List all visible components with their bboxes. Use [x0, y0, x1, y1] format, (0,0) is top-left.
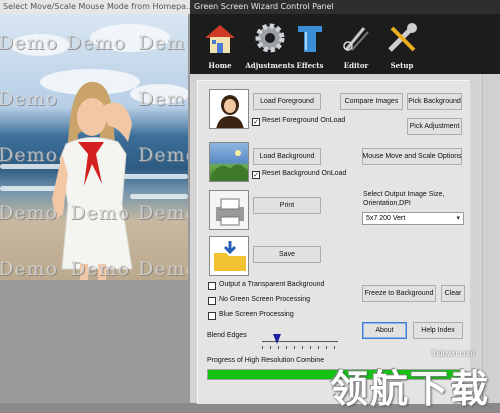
transparent-background-label: Output a Transparent Background: [219, 281, 325, 288]
mouse-move-scale-button[interactable]: Mouse Move and Scale Options: [362, 148, 462, 165]
pen-tools-icon: [343, 27, 369, 51]
demo-watermark: Demo: [138, 202, 188, 224]
tool-home-label: Home: [208, 61, 232, 70]
demo-watermark: Demo: [0, 258, 58, 280]
house-icon: [205, 25, 235, 53]
blend-edges-label: Blend Edges: [207, 332, 247, 339]
about-button[interactable]: About: [362, 322, 407, 339]
output-size-label-2: Orientation,DPI: [363, 200, 411, 207]
chevron-down-icon: ▾: [456, 215, 460, 222]
help-index-button[interactable]: Help Index: [413, 322, 463, 339]
tool-effects[interactable]: Effects: [284, 14, 336, 74]
freeze-to-background-button[interactable]: Freeze to Background: [362, 285, 436, 302]
tool-effects-label: Effects: [296, 61, 324, 70]
toolbar: Home Adjustments Effects Editor Setup: [190, 14, 500, 74]
site-watermark: lhdown.com: [432, 349, 475, 358]
preview-photo[interactable]: Demo Demo Demo Demo Demo Demo Demo Demo …: [0, 14, 188, 280]
print-button[interactable]: Print: [253, 197, 321, 214]
demo-watermark: Demo: [66, 32, 126, 54]
wrench-screwdriver-icon: [388, 23, 417, 52]
output-size-value: 5x7 200 Vert: [366, 215, 406, 222]
output-size-label: Select Output Image Size,: [363, 191, 445, 198]
foreground-person-icon: [209, 89, 249, 129]
reset-background-checkbox[interactable]: ✓: [252, 171, 260, 179]
output-size-select[interactable]: 5x7 200 Vert ▾: [362, 212, 464, 225]
demo-watermark: Demo: [138, 32, 188, 54]
tool-editor[interactable]: Editor: [330, 14, 382, 74]
save-folder-icon: [209, 236, 249, 276]
tool-home[interactable]: Home: [194, 14, 246, 74]
vertical-scrollbar[interactable]: [482, 74, 500, 403]
tool-setup-label: Setup: [390, 61, 414, 70]
panel-title: Green Screen Wizard Control Panel: [190, 0, 500, 14]
demo-watermark: Demo: [0, 88, 58, 110]
brand-watermark: 领航下载: [330, 367, 491, 411]
blend-edges-slider-thumb[interactable]: [273, 334, 282, 344]
progress-label: Progress of High Resolution Combine: [207, 357, 325, 364]
reset-foreground-label: Reset Foreground OnLoad: [262, 117, 346, 124]
gear-icon: [255, 23, 285, 53]
demo-watermark: Demo: [70, 202, 130, 224]
blue-screen-label: Blue Screen Processing: [219, 311, 294, 318]
compare-images-button[interactable]: Compare Images: [340, 93, 403, 110]
transparent-background-checkbox[interactable]: [208, 282, 216, 290]
demo-watermark: Demo: [70, 258, 130, 280]
paint-bucket-icon: [298, 26, 322, 52]
demo-watermark: Demo: [0, 144, 58, 166]
demo-watermark: Demo: [138, 88, 188, 110]
preview-empty-area: [0, 280, 190, 403]
preview-title: Select Move/Scale Mouse Mode from Homepa…: [0, 0, 193, 14]
demo-watermark: Demo: [138, 258, 188, 280]
demo-watermark: Demo: [0, 202, 58, 224]
save-button[interactable]: Save: [253, 246, 321, 263]
load-foreground-button[interactable]: Load Foreground: [253, 93, 321, 110]
background-landscape-icon: [209, 142, 249, 182]
tool-setup[interactable]: Setup: [376, 14, 428, 74]
no-green-screen-checkbox[interactable]: [208, 297, 216, 305]
demo-watermark: Demo: [138, 144, 188, 166]
load-background-button[interactable]: Load Background: [253, 148, 321, 165]
no-green-screen-label: No Green Screen Processing: [219, 296, 311, 303]
blue-screen-checkbox[interactable]: [208, 312, 216, 320]
clear-button[interactable]: Clear: [441, 285, 465, 302]
reset-foreground-checkbox[interactable]: ✓: [252, 118, 260, 126]
demo-watermark: Demo: [0, 32, 58, 54]
pick-background-button[interactable]: Pick Background: [407, 93, 462, 110]
pick-adjustment-button[interactable]: Pick Adjustment: [407, 118, 462, 135]
printer-icon: [209, 190, 249, 230]
tool-editor-label: Editor: [343, 61, 369, 70]
reset-background-label: Reset Background OnLoad: [262, 170, 347, 177]
